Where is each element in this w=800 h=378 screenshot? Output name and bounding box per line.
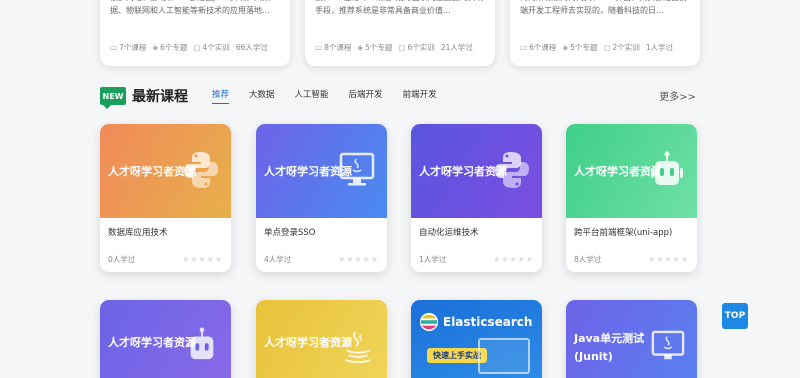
top-course-card[interactable]: 当你通过计算机、手机等设备接入互联网时，看到的所有漂亮的网页、APP界面，其实都… (510, 0, 700, 66)
top-course-card[interactable]: Java语言目前市面上最为流行的编程语言之一，很多网站、游戏和APP都是由Jav… (100, 0, 290, 66)
rating-stars: ★★★★★ (182, 255, 223, 264)
rating-stars: ★★★★★ (648, 255, 689, 264)
topics-count: ◈ 5个专题 (357, 43, 393, 52)
course-card[interactable]: 人才呀学习者资源 (100, 300, 231, 378)
rating-stars: ★★★★★ (493, 255, 534, 264)
cover-subtitle: (Junit) (574, 350, 613, 363)
course-card[interactable]: 人才呀学习者资源 (256, 300, 387, 378)
cover-title: Elasticsearch (443, 315, 533, 329)
courses-count: ▭ 8个课程 (315, 43, 352, 52)
courses-count: ▭ 6个课程 (520, 43, 557, 52)
section-title: 最新课程 (132, 89, 188, 105)
python-icon (184, 152, 218, 188)
tab-recommended[interactable]: 推荐 (212, 88, 230, 104)
card-meta: ▭ 7个课程 ◈ 6个专题 ▢ 4个实训 66人学过 (110, 42, 280, 53)
learners-count: 21人学过 (440, 43, 473, 52)
course-name: 单点登录SSO (264, 228, 316, 238)
python-icon (495, 152, 529, 188)
course-cover: 人才呀学习者资源 (256, 300, 387, 378)
more-link[interactable]: 更多>> (659, 88, 696, 103)
course-card[interactable]: 人才呀学习者资源 跨平台前端框架(uni-app) 8人学过 ★★★★★ (566, 124, 697, 272)
learners-count: 0人学过 (108, 255, 136, 264)
category-tabs: 推荐 大数据 人工智能 后端开发 前端开发 (212, 88, 437, 104)
elasticsearch-icon (419, 312, 439, 332)
course-card[interactable]: Elasticsearch 快速上手实战 (411, 300, 542, 378)
learners-count: 4人学过 (264, 255, 292, 264)
course-card[interactable]: 人才呀学习者资源 数据库应用技术 0人学过 ★★★★★ (100, 124, 231, 272)
tab-ai[interactable]: 人工智能 (295, 88, 329, 104)
cover-title: Java单元测试 (574, 332, 645, 345)
course-footer: 0人学过 ★★★★★ (100, 254, 231, 265)
course-card[interactable]: 人才呀学习者资源 自动化运维技术 1人学过 ★★★★★ (411, 124, 542, 272)
course-cover: Elasticsearch 快速上手实战 (411, 300, 542, 378)
course-footer: 4人学过 ★★★★★ (256, 254, 387, 265)
cover-title: 人才呀学习者资源 (264, 336, 352, 349)
monitor-icon: ▭ (520, 43, 528, 52)
learners-count: 1人学过 (419, 255, 447, 264)
learners-count: 1人学过 (645, 43, 674, 52)
computer-icon: ▢ (603, 43, 611, 52)
learners-count: 8人学过 (574, 255, 602, 264)
java-cup-icon (345, 331, 371, 364)
latest-courses-header: NEW 最新课程 推荐 大数据 人工智能 后端开发 前端开发 更多>> (100, 86, 700, 109)
course-card[interactable]: Java单元测试 (Junit) (566, 300, 697, 378)
labs-count: ▢ 6个实训 (398, 43, 435, 52)
screen-illustration (478, 338, 530, 374)
layers-icon: ◈ (152, 43, 159, 52)
card-description: 随着人工智能技术不在各领域的渗透与发展，“个性化”，“精准”成为互联网最重要的实… (315, 0, 484, 15)
monitor-icon: ▭ (110, 43, 118, 52)
card-meta: ▭ 6个课程 ◈ 5个专题 ▢ 2个实训 1人学过 (520, 42, 690, 53)
labs-count: ▢ 2个实训 (603, 43, 640, 52)
monitor-icon: ▭ (315, 43, 323, 52)
course-cover: 人才呀学习者资源 (100, 300, 231, 378)
course-cover: Java单元测试 (Junit) (566, 300, 697, 378)
card-description: 当你通过计算机、手机等设备接入互联网时，看到的所有漂亮的网页、APP界面，其实都… (520, 0, 687, 15)
new-badge: NEW (100, 87, 126, 109)
course-cover: 人才呀学习者资源 (256, 124, 387, 218)
course-footer: 1人学过 ★★★★★ (411, 254, 542, 265)
learners-count: 66人学过 (235, 43, 268, 52)
course-name: 跨平台前端框架(uni-app) (574, 228, 673, 238)
course-cover: 人才呀学习者资源 (566, 124, 697, 218)
card-description: Java语言目前市面上最为流行的编程语言之一，很多网站、游戏和APP都是由Jav… (110, 0, 270, 15)
java-screen-icon (651, 330, 685, 360)
layers-icon: ◈ (562, 43, 569, 52)
back-to-top-button[interactable]: TOP (722, 303, 748, 329)
course-cover: 人才呀学习者资源 (100, 124, 231, 218)
course-footer: 8人学过 ★★★★★ (566, 254, 697, 265)
tab-frontend[interactable]: 前端开发 (403, 88, 437, 104)
java-screen-icon (339, 152, 375, 186)
robot-icon (190, 327, 214, 360)
computer-icon: ▢ (398, 43, 406, 52)
layers-icon: ◈ (357, 43, 364, 52)
tab-backend[interactable]: 后端开发 (349, 88, 383, 104)
card-meta: ▭ 8个课程 ◈ 5个专题 ▢ 6个实训 21人学过 (315, 42, 485, 53)
labs-count: ▢ 4个实训 (193, 43, 230, 52)
topics-count: ◈ 6个专题 (152, 43, 188, 52)
page: Java语言目前市面上最为流行的编程语言之一，很多网站、游戏和APP都是由Jav… (0, 0, 800, 378)
topics-count: ◈ 5个专题 (562, 43, 598, 52)
computer-icon: ▢ (193, 43, 201, 52)
course-cover: 人才呀学习者资源 (411, 124, 542, 218)
cover-title: 人才呀学习者资源 (108, 336, 196, 349)
tab-big-data[interactable]: 大数据 (249, 88, 275, 104)
course-name: 自动化运维技术 (419, 228, 479, 238)
robot-icon (651, 151, 683, 185)
courses-count: ▭ 7个课程 (110, 43, 147, 52)
course-card[interactable]: 人才呀学习者资源 单点登录SSO 4人学过 ★★★★★ (256, 124, 387, 272)
rating-stars: ★★★★★ (338, 255, 379, 264)
course-name: 数据库应用技术 (108, 228, 168, 238)
top-course-card[interactable]: 随着人工智能技术不在各领域的渗透与发展，“个性化”，“精准”成为互联网最重要的实… (305, 0, 495, 66)
